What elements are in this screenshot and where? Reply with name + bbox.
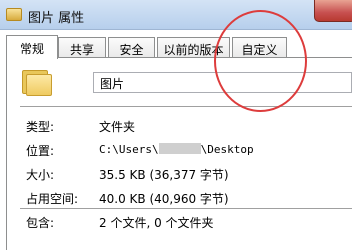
contains-label: 包含: [26, 216, 55, 230]
title-bar: 图片 属性 [0, 0, 352, 30]
location-value: C:\Users\ \Desktop [99, 143, 254, 156]
size-on-disk-label: 占用空间: [26, 192, 79, 206]
size-label: 大小: [26, 168, 55, 182]
tab-customize[interactable]: 自定义 [232, 37, 287, 58]
separator [20, 106, 352, 107]
size-on-disk-value: 40.0 KB (40,960 字节) [99, 192, 229, 206]
window-title: 图片 属性 [28, 11, 85, 26]
tab-strip: 常规 共享 安全 以前的版本 自定义 [6, 35, 352, 59]
contains-value: 2 个文件, 0 个文件夹 [99, 216, 214, 230]
type-label: 类型: [26, 120, 55, 134]
tab-sharing[interactable]: 共享 [58, 37, 106, 58]
location-suffix: \Desktop [200, 143, 254, 156]
folder-icon [6, 8, 22, 21]
close-icon[interactable] [314, 0, 352, 22]
folder-icon [22, 68, 52, 96]
tab-security[interactable]: 安全 [108, 37, 155, 58]
separator [20, 208, 352, 209]
size-value: 35.5 KB (36,377 字节) [99, 168, 229, 182]
location-prefix: C:\Users\ [99, 143, 159, 156]
folder-name-input[interactable] [93, 72, 352, 93]
location-label: 位置: [26, 144, 55, 158]
redacted-username [158, 143, 201, 154]
type-value: 文件夹 [99, 120, 136, 134]
tab-general[interactable]: 常规 [6, 35, 58, 59]
tab-previous-versions[interactable]: 以前的版本 [157, 37, 230, 58]
